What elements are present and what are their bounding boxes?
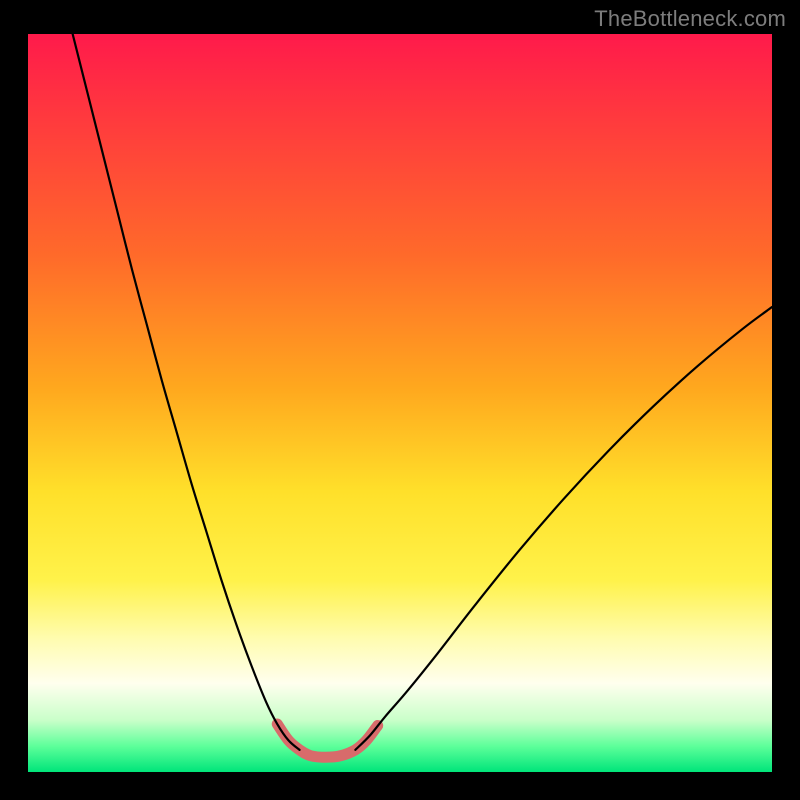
watermark-text: TheBottleneck.com: [594, 6, 786, 32]
gradient-background: [28, 34, 772, 772]
bottleneck-chart: [0, 0, 800, 800]
chart-frame: TheBottleneck.com: [0, 0, 800, 800]
